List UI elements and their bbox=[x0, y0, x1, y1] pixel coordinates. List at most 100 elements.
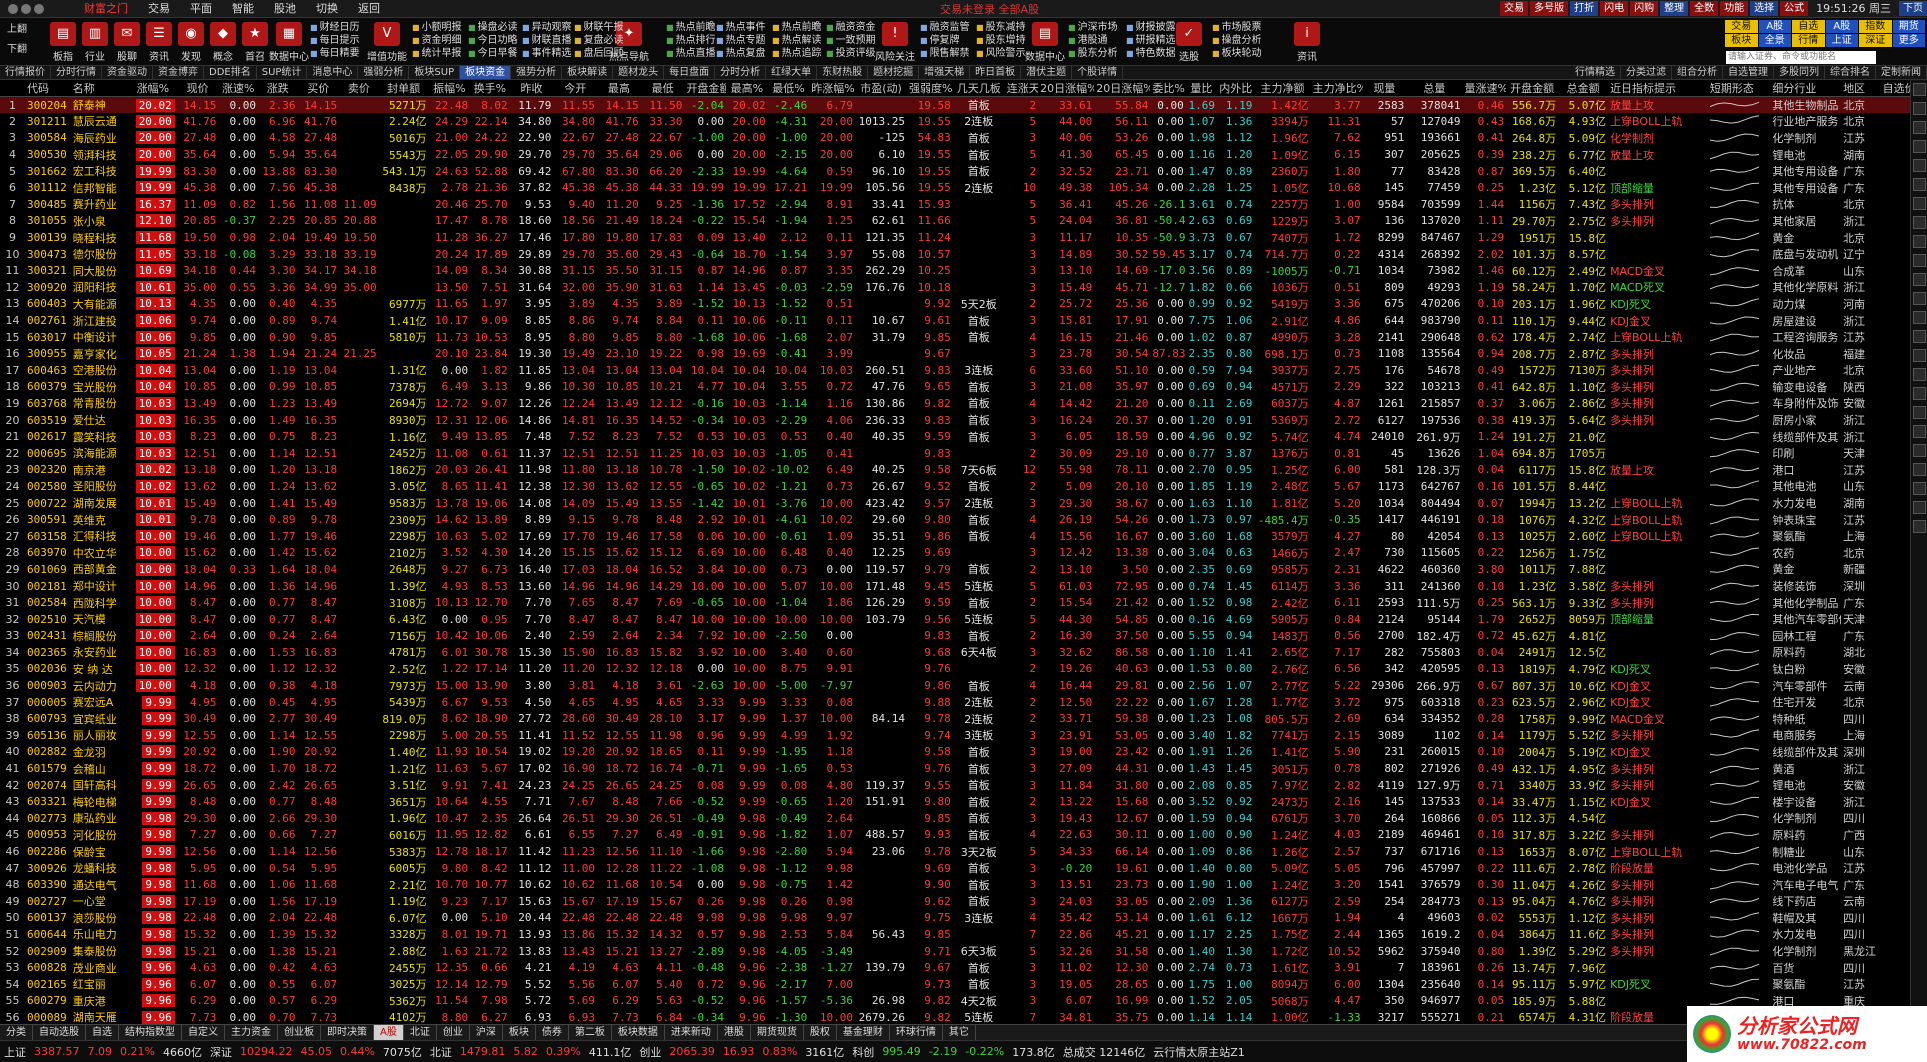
title-button[interactable]: 交易 bbox=[1500, 1, 1529, 16]
stock-code[interactable]: 600463 bbox=[25, 362, 71, 379]
stock-code[interactable]: 300204 bbox=[24, 96, 71, 114]
tab-1[interactable]: 分时行情 bbox=[51, 66, 102, 79]
index-name[interactable]: 上证 bbox=[0, 1044, 30, 1060]
toolbar-link[interactable]: 财经日历 bbox=[310, 21, 378, 34]
stock-code[interactable]: 300955 bbox=[25, 345, 71, 362]
table-row[interactable]: 23 002320 南京港 10.02 13.18 0.00 1.20 13.18 1862万 2… bbox=[0, 462, 1910, 479]
stock-name[interactable]: 宜宾纸业 bbox=[71, 710, 129, 727]
column-header[interactable]: 涨速% bbox=[218, 80, 258, 97]
page-down-button[interactable]: 下页 bbox=[1899, 1, 1927, 16]
bottom-tab[interactable]: 创业 bbox=[437, 1025, 470, 1040]
window-controls[interactable] bbox=[0, 3, 44, 14]
column-header[interactable]: 换手% bbox=[470, 80, 510, 97]
stock-code[interactable]: 300584 bbox=[25, 130, 71, 147]
table-row[interactable]: 32 002510 天汽模 10.00 8.47 0.00 0.77 8.47 6.43亿 0.0… bbox=[0, 611, 1910, 628]
stock-code[interactable]: 601579 bbox=[25, 760, 71, 777]
table-row[interactable]: 46 002286 保龄宝 9.98 12.56 0.00 1.14 12.56 5383万 12… bbox=[0, 843, 1910, 860]
menu-item[interactable]: 财富之门 bbox=[74, 0, 138, 18]
side-tool-icon[interactable] bbox=[1913, 330, 1926, 343]
stock-name[interactable]: 空港股份 bbox=[71, 362, 129, 379]
toolbar-info-button[interactable]: i 资讯 bbox=[1284, 20, 1330, 64]
side-tool-icon[interactable] bbox=[1913, 311, 1926, 324]
bottom-tab[interactable]: 北证 bbox=[404, 1025, 437, 1040]
tab-12[interactable]: 题材龙头 bbox=[613, 66, 665, 79]
table-row[interactable]: 34 002365 永安药业 10.00 16.83 0.00 1.53 16.83 4781万… bbox=[0, 644, 1910, 661]
column-header[interactable]: 最高 bbox=[597, 80, 641, 97]
bottom-tab[interactable]: 期货现货 bbox=[751, 1025, 804, 1040]
bottom-tab[interactable]: 结构指数型 bbox=[119, 1025, 182, 1040]
table-row[interactable]: 25 000722 湖南发展 10.01 15.49 0.00 1.41 15.49 9583万… bbox=[0, 495, 1910, 512]
bottom-tab[interactable]: 板块 bbox=[503, 1025, 536, 1040]
column-header[interactable]: 开盘金额 bbox=[1506, 80, 1559, 97]
menu-item[interactable]: 智能 bbox=[222, 0, 264, 18]
stock-code[interactable]: 300920 bbox=[25, 279, 71, 296]
table-row[interactable]: 8 301055 张小泉 12.10 20.85 -0.37 2.25 20.85 20.88 1… bbox=[0, 213, 1910, 230]
table-row[interactable]: 47 300926 龙蟠科技 9.98 5.95 0.00 0.54 5.95 6005万 9.8… bbox=[0, 860, 1910, 877]
title-button[interactable]: 公式 bbox=[1780, 1, 1809, 16]
column-header[interactable]: 量比 bbox=[1185, 80, 1217, 97]
column-header[interactable]: 主力净比% bbox=[1310, 80, 1363, 97]
title-button[interactable]: 整理 bbox=[1660, 1, 1689, 16]
stock-code[interactable]: 002431 bbox=[25, 628, 71, 645]
bottom-tab[interactable]: 板块数据 bbox=[612, 1025, 665, 1040]
table-row[interactable]: 5 301662 宏工科技 19.99 83.30 0.00 13.88 83.30 543.1… bbox=[0, 163, 1910, 180]
toolbar-link[interactable]: 财报披露 bbox=[1126, 21, 1194, 34]
table-row[interactable]: 29 601069 西部黄金 10.00 18.04 0.33 1.64 18.04 2648万… bbox=[0, 561, 1910, 578]
stock-name[interactable]: 海辰药业 bbox=[71, 130, 129, 147]
stock-name[interactable]: 中衡设计 bbox=[71, 329, 129, 346]
column-header[interactable]: 强弱度% bbox=[907, 80, 953, 97]
stock-name[interactable]: 乐山电力 bbox=[71, 926, 129, 943]
stock-name[interactable]: 国轩高科 bbox=[71, 777, 129, 794]
tab-5[interactable]: SUP统计 bbox=[257, 66, 308, 79]
table-row[interactable]: 17 600463 空港股份 10.04 13.04 0.00 1.19 13.04 1.31亿… bbox=[0, 362, 1910, 379]
side-tool-icon[interactable] bbox=[1913, 463, 1926, 476]
bottom-tab[interactable]: 基金理财 bbox=[837, 1025, 890, 1040]
side-tool-icon[interactable] bbox=[1913, 273, 1926, 286]
table-row[interactable]: 52 002909 集泰股份 9.98 15.21 0.00 1.38 15.21 2.88亿 1… bbox=[0, 943, 1910, 960]
table-row[interactable]: 53 600828 茂业商业 9.96 4.63 0.00 0.42 4.63 2455万 12.… bbox=[0, 959, 1910, 976]
menu-item[interactable]: 切换 bbox=[306, 0, 348, 18]
stock-code[interactable]: 603017 bbox=[25, 329, 71, 346]
toolbar-link[interactable]: 每日精要 bbox=[310, 47, 378, 60]
stock-name[interactable]: 晓程科技 bbox=[71, 229, 129, 246]
bottom-tab[interactable]: A股 bbox=[374, 1025, 404, 1040]
stock-name[interactable]: 张小泉 bbox=[71, 213, 129, 230]
toolbar-up-button[interactable]: ▲上翻 bbox=[0, 20, 34, 40]
stock-code[interactable]: 002727 bbox=[25, 893, 71, 910]
stock-code[interactable]: 300591 bbox=[25, 511, 71, 528]
column-header[interactable]: 现量 bbox=[1362, 80, 1407, 97]
stock-code[interactable]: 603768 bbox=[25, 395, 71, 412]
table-row[interactable]: 2 301211 慧辰云通 20.00 41.76 0.00 6.96 41.76 2.24亿 2… bbox=[0, 113, 1910, 130]
stock-name[interactable]: 慧辰云通 bbox=[71, 113, 129, 130]
quick-switch-button[interactable]: 深证 bbox=[1859, 34, 1892, 47]
table-row[interactable]: 10 300473 德尔股份 11.05 33.18 -0.08 3.29 33.18 33.1… bbox=[0, 246, 1910, 263]
table-row[interactable]: 48 603390 通达电气 9.98 11.68 0.00 1.06 11.68 2.21亿 1… bbox=[0, 876, 1910, 893]
tab-9[interactable]: 板块资金 bbox=[460, 66, 512, 79]
table-row[interactable]: 35 002036 安 纳 达 10.00 12.32 0.00 1.12 12.32 2.52… bbox=[0, 661, 1910, 678]
table-row[interactable]: 22 000695 滨海能源 10.03 12.51 0.00 1.14 12.51 2452万… bbox=[0, 445, 1910, 462]
stock-name[interactable]: 康弘药业 bbox=[71, 810, 129, 827]
side-tool-icon[interactable] bbox=[1913, 368, 1926, 381]
table-row[interactable]: 54 002165 红宝丽 9.96 6.07 0.00 0.55 6.07 3025万 12.1… bbox=[0, 976, 1910, 993]
side-tool-icon[interactable] bbox=[1913, 425, 1926, 438]
column-header[interactable]: 市盈(动) bbox=[855, 80, 908, 97]
column-header[interactable]: 今开 bbox=[553, 80, 598, 97]
stock-name[interactable]: 汇得科技 bbox=[71, 528, 129, 545]
bottom-tab[interactable]: 自动选股 bbox=[33, 1025, 86, 1040]
column-header[interactable]: 振幅% bbox=[428, 80, 471, 97]
stock-name[interactable]: 大有能源 bbox=[71, 296, 129, 313]
stock-code[interactable]: 301112 bbox=[25, 179, 71, 196]
tab-right-3[interactable]: 自选管理 bbox=[1723, 66, 1774, 79]
stock-name[interactable]: 通达电气 bbox=[71, 876, 129, 893]
table-row[interactable]: 49 002727 一心堂 9.98 17.19 0.00 1.56 17.19 1.19亿 9.… bbox=[0, 893, 1910, 910]
index-name[interactable]: 深证 bbox=[206, 1044, 236, 1060]
stock-name[interactable]: 浪莎股份 bbox=[71, 910, 129, 927]
maximize-icon[interactable] bbox=[34, 3, 44, 14]
tab-16[interactable]: 东财热股 bbox=[817, 66, 869, 79]
stock-code[interactable]: 002510 bbox=[25, 611, 71, 628]
stock-code[interactable]: 002036 bbox=[25, 661, 71, 678]
bottom-tab[interactable]: 股权 bbox=[804, 1025, 837, 1040]
stock-code[interactable]: 605136 bbox=[25, 727, 71, 744]
stock-name[interactable]: 云内动力 bbox=[71, 677, 129, 694]
column-header[interactable]: 涨跌 bbox=[257, 80, 298, 97]
